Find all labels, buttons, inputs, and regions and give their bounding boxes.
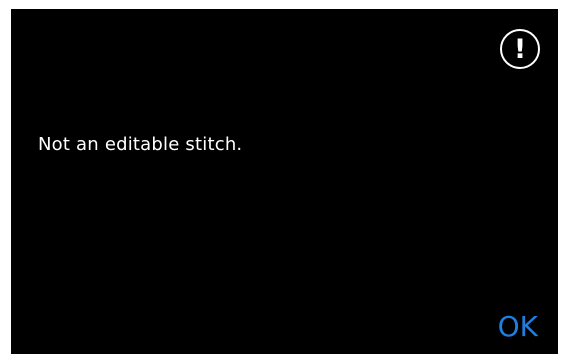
ok-button[interactable]: OK: [498, 310, 538, 343]
dialog-message: Not an editable stitch.: [38, 134, 243, 155]
alert-dialog: ! Not an editable stitch. OK: [11, 9, 558, 354]
exclamation-circle-icon: !: [500, 29, 540, 69]
exclamation-mark: !: [513, 33, 527, 65]
